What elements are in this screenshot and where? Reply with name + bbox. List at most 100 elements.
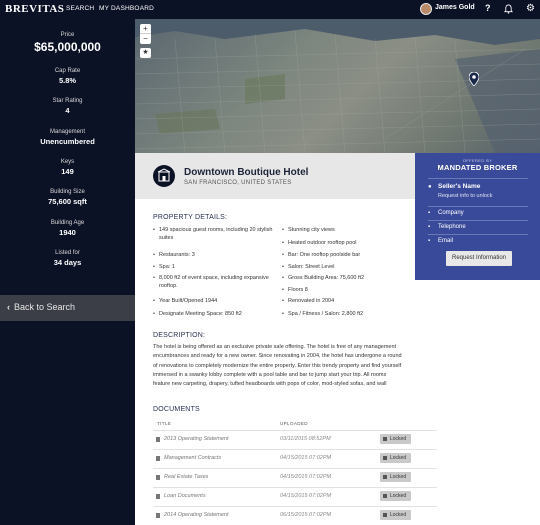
seller-unlock-hint: Request info to unlock — [438, 193, 493, 199]
user-name[interactable]: James Gold — [435, 4, 475, 11]
locked-badge[interactable]: Locked — [380, 472, 411, 482]
document-row: 2013 Operating Statement 03/11/2015 08:5… — [153, 430, 437, 449]
telephone-label: Telephone — [438, 224, 466, 230]
document-title[interactable]: Real Estate Taxes — [164, 474, 208, 480]
col-uploaded-header: UPLOADED — [280, 421, 308, 426]
detail-item: Restaurants: 3 — [153, 251, 274, 259]
stat-building-age: Building Age 1940 — [0, 220, 135, 237]
stat-value: 5.8% — [58, 76, 77, 85]
map-zoom-control: + − — [140, 24, 151, 44]
email-icon: ▪ — [428, 238, 431, 244]
help-icon[interactable]: ? — [485, 3, 491, 13]
detail-item: Stunning city views — [282, 226, 408, 234]
satellite-map[interactable]: + − ★ — [135, 19, 540, 153]
stat-value: 75,600 sqft — [48, 197, 87, 206]
stat-star-rating: Star Rating 4 — [0, 98, 135, 115]
document-title[interactable]: 2014 Operating Statement — [164, 512, 229, 518]
bell-icon[interactable] — [504, 4, 513, 14]
stat-label: Building Age — [50, 220, 85, 226]
stat-value: $65,000,000 — [34, 40, 101, 54]
listing-header: Downtown Boutique Hotel SAN FRANCISCO, U… — [135, 153, 415, 199]
col-title-header: TITLE — [157, 421, 172, 426]
zoom-out-button[interactable]: − — [140, 34, 151, 44]
document-title[interactable]: Loan Documents — [164, 493, 206, 499]
file-icon — [156, 437, 160, 442]
map-pin-icon[interactable] — [469, 72, 479, 86]
document-row: Loan Documents 04/15/2015 07:02PM Locked — [153, 487, 437, 506]
document-uploaded-date: 04/15/2015 07:02PM — [280, 493, 332, 499]
description-text: The hotel is being offered as an exclusi… — [153, 344, 402, 388]
park-area — [155, 109, 220, 134]
user-icon: ● — [428, 184, 432, 190]
stat-value: 4 — [65, 106, 70, 115]
file-icon — [156, 456, 160, 461]
chevron-left-icon: ‹ — [7, 302, 10, 312]
user-avatar[interactable] — [420, 3, 432, 15]
hotel-icon — [153, 165, 175, 187]
email-label: Email — [438, 238, 454, 244]
detail-item: Gross Building Area: 75,600 ft2 — [282, 274, 410, 282]
lock-icon — [383, 493, 387, 498]
map-imagery — [135, 19, 540, 153]
detail-item: Spa / Fitness / Salon: 2,800 ft2 — [282, 310, 410, 318]
bay-water-east — [455, 49, 540, 153]
document-uploaded-date: 04/15/2015 07:02PM — [280, 474, 332, 480]
back-to-search-button[interactable]: ‹ Back to Search — [0, 295, 135, 321]
stat-value: 34 days — [53, 258, 82, 267]
broker-panel: OFFERED BY MANDATED BROKER ● Seller's Nam… — [415, 153, 540, 280]
company-row: ▪ Company — [428, 210, 464, 216]
zoom-in-button[interactable]: + — [140, 24, 151, 34]
stat-listed-for: Listed for 34 days — [0, 250, 135, 267]
stat-label: Listed for — [55, 250, 80, 256]
documents-title: DOCUMENTS — [153, 406, 200, 413]
locked-badge[interactable]: Locked — [380, 434, 411, 444]
detail-item: Bar: One rooftop poolside bar — [282, 251, 408, 259]
property-details-title: PROPERTY DETAILS: — [153, 214, 228, 221]
nav-my-dashboard[interactable]: MY DASHBOARD — [99, 5, 154, 12]
stat-building-size: Building Size 75,600 sqft — [0, 189, 135, 206]
locked-badge[interactable]: Locked — [380, 510, 411, 520]
stat-cap-rate: Cap Rate 5.8% — [0, 68, 135, 85]
lock-icon — [383, 455, 387, 460]
detail-item: Heated outdoor rooftop pool — [282, 239, 408, 247]
locked-label: Locked — [390, 455, 407, 461]
stat-label: Keys — [60, 159, 75, 165]
document-title[interactable]: 2013 Operating Statement — [164, 436, 229, 442]
file-icon — [156, 475, 160, 480]
listing-location: SAN FRANCISCO, UNITED STATES — [184, 180, 292, 186]
detail-item: Spa: 1 — [153, 263, 274, 271]
gear-icon[interactable]: ⚙ — [526, 3, 535, 14]
detail-item: Renovated in 2004 — [282, 297, 408, 305]
detail-item: Designate Meeting Space: 850 ft2 — [153, 310, 277, 318]
divider — [428, 206, 528, 207]
star-icon[interactable]: ★ — [140, 48, 151, 58]
detail-item: 149 spacious guest rooms, including 20 s… — [153, 226, 274, 242]
lock-icon — [383, 474, 387, 479]
file-icon — [156, 513, 160, 518]
email-row: ▪ Email — [428, 238, 453, 244]
request-information-button[interactable]: Request Information — [446, 251, 512, 266]
stat-keys: Keys 149 — [0, 159, 135, 176]
locked-label: Locked — [390, 436, 407, 442]
locked-label: Locked — [390, 512, 407, 518]
stat-label: Price — [60, 32, 75, 38]
detail-item: Salon: Street Level — [282, 263, 408, 271]
document-row: 2014 Operating Statement 06/15/2015 07:0… — [153, 506, 437, 525]
document-row: Management Contracts 04/15/2015 07:02PM … — [153, 449, 437, 468]
detail-item: 8,000 ft2 of event space, including expa… — [153, 274, 277, 290]
document-uploaded-date: 06/15/2015 07:02PM — [280, 512, 332, 518]
locked-badge[interactable]: Locked — [380, 453, 411, 463]
stat-value: Unencumbered — [40, 137, 95, 146]
nav-search[interactable]: SEARCH — [66, 5, 94, 12]
lock-icon — [383, 512, 387, 517]
brevitas-logo[interactable]: BREVITAS — [5, 3, 64, 15]
bay-water — [135, 19, 540, 45]
stat-label: Management — [49, 129, 86, 135]
document-title[interactable]: Management Contracts — [164, 455, 221, 461]
locked-label: Locked — [390, 474, 407, 480]
stat-management: Management Unencumbered — [0, 129, 135, 146]
divider — [428, 234, 528, 235]
stat-price: Price $65,000,000 — [0, 32, 135, 54]
locked-badge[interactable]: Locked — [380, 491, 411, 501]
divider — [428, 220, 528, 221]
